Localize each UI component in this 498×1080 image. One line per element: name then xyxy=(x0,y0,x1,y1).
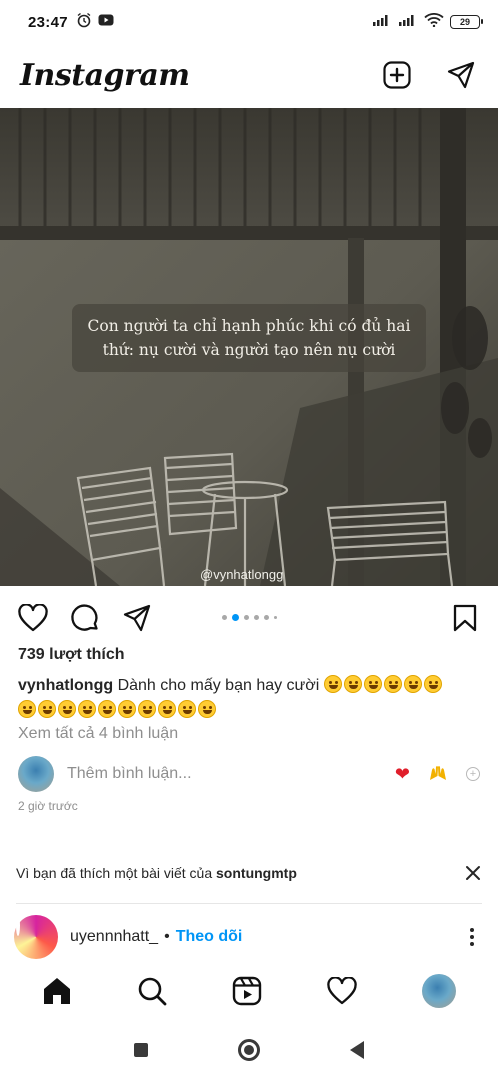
holding-tears-emoji-icon xyxy=(58,700,76,718)
post-image[interactable]: Con người ta chỉ hạnh phúc khi có đủ hai… xyxy=(0,108,498,586)
suggestion-reason: Vì bạn đã thích một bài viết của sontung… xyxy=(16,864,482,882)
blush-emoji-icon xyxy=(178,700,196,718)
suggestion-username[interactable]: sontungmtp xyxy=(216,865,297,881)
post-actions xyxy=(0,596,498,640)
post-timestamp: 2 giờ trước xyxy=(18,799,78,813)
new-post-icon[interactable] xyxy=(382,60,412,90)
innocent-emoji-icon xyxy=(158,700,176,718)
caption-text: Dành cho mấy bạn hay cười xyxy=(117,677,320,694)
carousel-dot-active xyxy=(232,614,239,621)
carousel-dot xyxy=(254,615,259,620)
grinning-emoji-icon xyxy=(323,675,342,693)
alarm-icon xyxy=(76,12,92,33)
system-navigation-bar xyxy=(0,1020,498,1080)
app-header: Instagram xyxy=(0,44,498,106)
like-heart-icon[interactable] xyxy=(18,603,48,633)
direct-message-icon[interactable] xyxy=(446,60,476,90)
activity-heart-icon[interactable] xyxy=(327,976,357,1006)
wifi-icon xyxy=(424,12,444,32)
view-all-comments-link[interactable]: Xem tất cả 4 bình luận xyxy=(18,725,178,743)
sweat-smile-emoji-icon xyxy=(423,675,442,693)
youtube-icon xyxy=(98,13,114,31)
suggestion-text: Vì bạn đã thích một bài viết của sontung… xyxy=(16,865,297,881)
comment-input[interactable]: Thêm bình luận... xyxy=(67,765,192,783)
quick-reactions: ❤ + xyxy=(395,764,480,785)
status-time: 23:47 xyxy=(28,13,68,31)
profile-avatar[interactable] xyxy=(421,974,456,1008)
smiley-emoji-icon xyxy=(343,675,362,693)
carousel-dot xyxy=(274,616,277,619)
joy-emoji-icon xyxy=(18,700,36,718)
signal-icon xyxy=(398,13,418,31)
post-caption: vynhatlongg Dành cho mấy bạn hay cười xyxy=(18,673,480,723)
carousel-dot xyxy=(244,615,249,620)
grin-emoji-icon xyxy=(383,675,402,693)
back-icon[interactable] xyxy=(350,1041,364,1059)
rofl-emoji-icon xyxy=(38,700,56,718)
close-icon[interactable] xyxy=(464,864,482,882)
next-post-username[interactable]: uyennnhatt_ xyxy=(70,928,158,946)
current-user-avatar xyxy=(18,756,54,792)
carousel-indicator xyxy=(222,614,277,621)
status-notification-icons xyxy=(76,12,114,33)
home-button-icon[interactable] xyxy=(238,1039,260,1061)
status-bar: 23:47 29 xyxy=(0,0,498,44)
more-options-icon[interactable] xyxy=(460,925,484,949)
carousel-dot xyxy=(264,615,269,620)
next-post-header: uyennnhatt_ • Theo dõi xyxy=(14,914,484,960)
caption-username[interactable]: vynhatlongg xyxy=(18,677,113,694)
smile-emoji-icon xyxy=(363,675,382,693)
instagram-logo[interactable]: Instagram xyxy=(20,58,190,93)
bottom-tab-bar xyxy=(0,966,498,1016)
story-avatar[interactable] xyxy=(14,915,58,959)
post-action-group xyxy=(18,603,152,633)
quote-text: Con người ta chỉ hạnh phúc khi có đủ hai… xyxy=(87,317,411,359)
add-comment-row: Thêm bình luận... ❤ + xyxy=(18,756,480,792)
recent-apps-icon[interactable] xyxy=(134,1043,148,1057)
search-icon[interactable] xyxy=(137,976,167,1006)
status-system-icons: 29 xyxy=(372,12,483,32)
separator-dot: • xyxy=(164,928,170,945)
suggestion-prefix: Vì bạn đã thích một bài viết của xyxy=(16,865,217,881)
signal-icon xyxy=(372,13,392,31)
heart-reaction-icon[interactable]: ❤ xyxy=(395,765,410,783)
add-reaction-icon[interactable]: + xyxy=(466,767,480,781)
heart-eyes-emoji-icon xyxy=(198,700,216,718)
raised-hands-reaction-icon[interactable] xyxy=(428,764,448,785)
likes-count[interactable]: 739 lượt thích xyxy=(18,646,125,664)
divider xyxy=(16,903,482,904)
share-icon[interactable] xyxy=(122,603,152,633)
slight-smile-emoji-icon xyxy=(138,700,156,718)
upside-down-emoji-icon xyxy=(118,700,136,718)
bookmark-icon[interactable] xyxy=(450,603,480,633)
home-icon[interactable] xyxy=(42,976,72,1006)
carousel-dot xyxy=(222,615,227,620)
battery-icon: 29 xyxy=(450,15,483,29)
header-actions xyxy=(382,60,476,90)
wink-emoji-icon xyxy=(98,700,116,718)
reels-icon[interactable] xyxy=(232,976,262,1006)
laughing-emoji-icon xyxy=(403,675,422,693)
quote-overlay: Con người ta chỉ hạnh phúc khi có đủ hai… xyxy=(72,304,426,372)
follow-button[interactable]: Theo dõi xyxy=(176,928,243,946)
comment-icon[interactable] xyxy=(70,603,100,633)
image-watermark: @vynhatlongg xyxy=(200,567,284,582)
blush-emoji-icon xyxy=(78,700,96,718)
